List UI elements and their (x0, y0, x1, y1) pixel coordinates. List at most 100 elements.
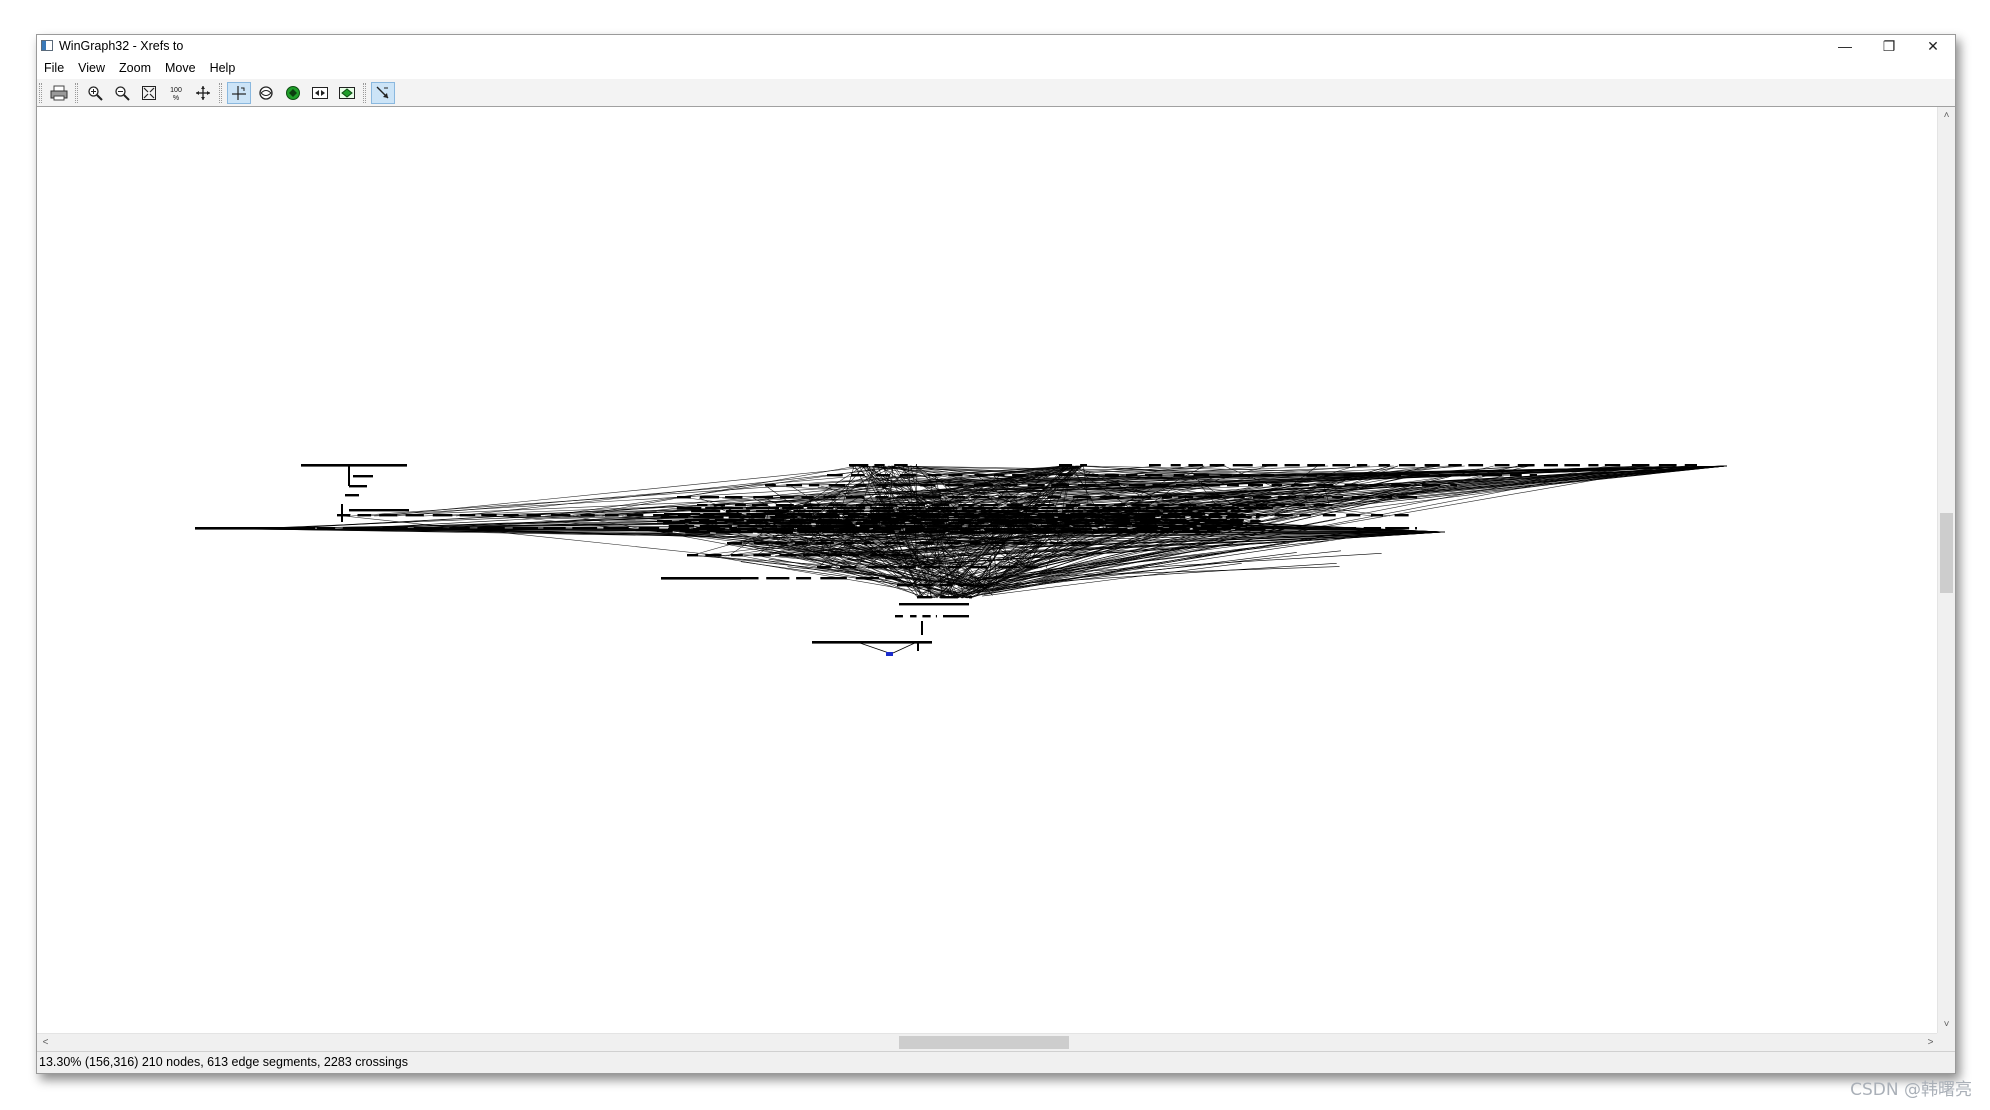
graph-node (920, 484, 936, 487)
graph-node (1161, 496, 1172, 499)
graph-node (912, 519, 948, 522)
graph-node (301, 464, 407, 467)
graph-node (1460, 474, 1471, 477)
graph-node (815, 542, 834, 545)
graph-node (980, 510, 1020, 513)
selected-node (886, 652, 893, 656)
graph-node (1077, 507, 1100, 510)
menu-zoom[interactable]: Zoom (112, 57, 158, 79)
graph-node (1383, 474, 1402, 477)
graph-node (815, 525, 856, 528)
xrefs-graph[interactable] (37, 107, 1939, 1033)
toolbar-separator (363, 83, 366, 103)
graph-node (1163, 519, 1187, 522)
scroll-up-arrow[interactable]: ˄ (1938, 107, 1955, 124)
minimize-button[interactable]: — (1823, 35, 1867, 57)
graph-node (896, 516, 917, 519)
graph-node (1378, 464, 1390, 467)
export-button[interactable] (308, 82, 332, 104)
graph-node (1025, 566, 1039, 569)
graph-node (1190, 516, 1223, 519)
graph-node (993, 474, 1005, 477)
print-button[interactable] (47, 82, 71, 104)
graph-node (923, 566, 941, 569)
menu-help[interactable]: Help (203, 57, 243, 79)
horizontal-scrollbar[interactable]: < > (37, 1033, 1939, 1051)
horizontal-scroll-thumb[interactable] (899, 1036, 1069, 1049)
graph-node (927, 525, 963, 528)
graph-node (1277, 496, 1297, 499)
graph-node (676, 507, 702, 510)
graph-node (801, 496, 814, 499)
graph-node (1060, 528, 1092, 531)
print-icon (50, 85, 68, 101)
graph-node (413, 527, 443, 530)
layout-button[interactable] (227, 82, 251, 104)
move-button[interactable] (191, 82, 215, 104)
graph-node (1104, 519, 1130, 522)
graph-node (766, 577, 790, 580)
graph-node (1237, 525, 1247, 528)
graph-node (1252, 496, 1272, 499)
fisheye-button[interactable] (254, 82, 278, 104)
graph-node (1510, 474, 1522, 477)
graph-node (1398, 496, 1417, 499)
menu-move[interactable]: Move (158, 57, 203, 79)
svg-text:%: % (173, 95, 179, 101)
graph-node (940, 510, 977, 513)
graph-node (1424, 464, 1440, 467)
follow-edge-button[interactable] (371, 82, 395, 104)
graph-node (1284, 464, 1300, 467)
graph-node (1232, 464, 1253, 467)
graph-node (1226, 484, 1239, 487)
graph-node (1204, 522, 1243, 525)
restore-button[interactable]: ❐ (1867, 35, 1911, 57)
graph-node (731, 554, 743, 557)
green-frame-button[interactable] (335, 82, 359, 104)
graph-node (859, 525, 880, 528)
graph-node (793, 510, 822, 513)
graph-node (817, 566, 832, 569)
vertical-scroll-thumb[interactable] (1940, 513, 1953, 593)
graph-node (1170, 464, 1181, 467)
zoom-out-button[interactable] (110, 82, 134, 104)
zoom-in-button[interactable] (83, 82, 107, 104)
graph-node (836, 507, 866, 510)
graph-node (1078, 484, 1096, 487)
graph-node (1133, 516, 1156, 519)
graph-node (1175, 484, 1192, 487)
graph-node (939, 584, 953, 587)
toolbar-grip[interactable] (39, 83, 42, 103)
close-button[interactable]: ✕ (1911, 35, 1955, 57)
graph-node (855, 577, 880, 580)
graph-node (828, 504, 847, 507)
graph-canvas[interactable] (37, 107, 1939, 1033)
menu-file[interactable]: File (37, 57, 71, 79)
graph-node (1099, 531, 1137, 534)
graph-node (985, 584, 987, 587)
graph-node (984, 516, 1020, 519)
graph-node (1191, 519, 1227, 522)
green-node-button[interactable] (281, 82, 305, 104)
graph-node (757, 531, 793, 534)
title-bar[interactable]: WinGraph32 - Xrefs to — ❐ ✕ (37, 35, 1955, 57)
graph-node (733, 522, 769, 525)
graph-node (752, 504, 768, 507)
vertical-scrollbar[interactable]: ˄ ˅ (1937, 107, 1955, 1033)
graph-node (715, 531, 753, 534)
graph-node (348, 466, 350, 486)
fit-window-button[interactable] (137, 82, 161, 104)
menu-view[interactable]: View (71, 57, 112, 79)
zoom-100-button[interactable]: 100 % (164, 82, 188, 104)
graph-node (668, 525, 695, 528)
scroll-left-arrow[interactable]: < (37, 1034, 54, 1051)
graph-node (699, 525, 732, 528)
graph-node (1023, 510, 1058, 513)
graph-node (1205, 504, 1222, 507)
scroll-down-arrow[interactable]: ˅ (1938, 1016, 1955, 1033)
graph-node (1494, 464, 1510, 467)
graph-node (684, 519, 710, 522)
graph-node (1131, 504, 1150, 507)
watermark: CSDN @韩曙亮 (1850, 1080, 1972, 1100)
graph-node (1201, 484, 1220, 487)
